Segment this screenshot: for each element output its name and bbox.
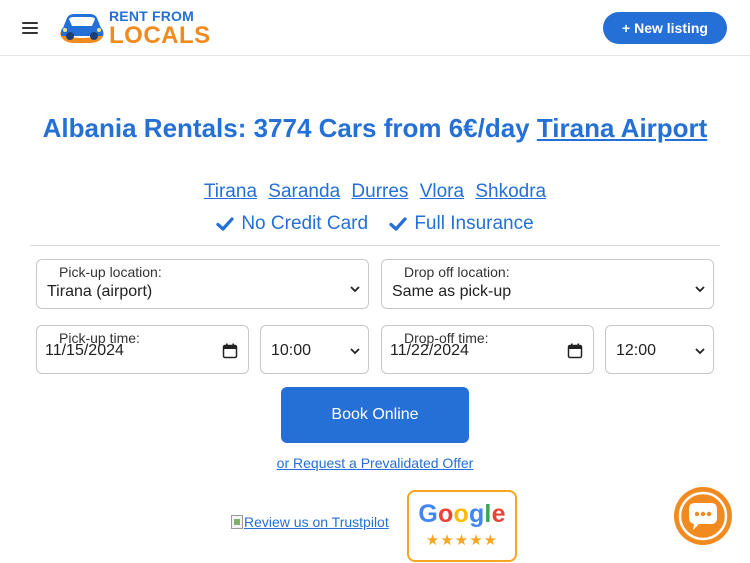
city-link-shkodra[interactable]: Shkodra xyxy=(475,181,546,202)
google-review-badge[interactable]: Google ★★★★★ xyxy=(407,490,517,562)
calendar-icon[interactable] xyxy=(222,343,238,359)
calendar-icon[interactable] xyxy=(567,343,583,359)
book-online-button[interactable]: Book Online xyxy=(281,387,469,443)
feature-list: No Credit Card Full Insurance xyxy=(0,213,750,239)
chevron-down-icon xyxy=(350,286,360,293)
trustpilot-review-link[interactable]: Review us on Trustpilot xyxy=(231,514,389,530)
chevron-down-icon xyxy=(350,348,360,355)
dropoff-time-select[interactable]: 12:00 xyxy=(605,325,714,374)
pickup-location-value: Tirana (airport) xyxy=(47,283,153,300)
chevron-down-icon xyxy=(695,348,705,355)
rating-stars: ★★★★★ xyxy=(425,532,499,549)
dropoff-location-select[interactable]: Drop off location: Same as pick-up xyxy=(381,259,714,309)
feature-label: Full Insurance xyxy=(414,213,534,234)
chat-button[interactable] xyxy=(674,487,732,545)
logo-text-top: RENT FROM xyxy=(109,8,195,24)
new-listing-button[interactable]: + New listing xyxy=(603,12,727,44)
pickup-location-select[interactable]: Pick-up location: Tirana (airport) xyxy=(36,259,369,309)
feature-full-insurance: Full Insurance xyxy=(389,213,534,235)
dropoff-location-value: Same as pick-up xyxy=(392,283,512,300)
pickup-date-input[interactable]: Pick-up time: 11/15/2024 xyxy=(36,325,249,374)
city-link-saranda[interactable]: Saranda xyxy=(268,181,340,202)
dropoff-date-value: 11/22/2024 xyxy=(390,342,469,359)
offer-link-row: or Request a Prevalidated Offer xyxy=(0,455,750,471)
car-logo-icon xyxy=(60,14,104,43)
pickup-location-label: Pick-up location: xyxy=(59,264,162,280)
google-logo: Google xyxy=(418,500,506,528)
chat-icon xyxy=(678,491,728,541)
logo-text-bottom: LOCALS xyxy=(109,22,211,49)
dropoff-time-value: 12:00 xyxy=(616,342,657,359)
tirana-airport-link[interactable]: Tirana Airport xyxy=(537,113,707,143)
page-title: Albania Rentals: 3774 Cars from 6€/day T… xyxy=(40,112,710,145)
broken-image-icon xyxy=(231,515,243,529)
city-link-vlora[interactable]: Vlora xyxy=(420,181,464,202)
site-header: RENT FROM LOCALS + New listing xyxy=(0,0,750,56)
check-icon xyxy=(389,217,407,231)
page-title-text: Albania Rentals: 3774 Cars from 6€/day xyxy=(42,113,537,143)
feature-label: No Credit Card xyxy=(241,213,369,234)
request-offer-link[interactable]: or Request a Prevalidated Offer xyxy=(277,455,474,471)
divider xyxy=(30,245,720,246)
city-link-durres[interactable]: Durres xyxy=(351,181,408,202)
trustpilot-alt-text: Review us on Trustpilot xyxy=(244,514,389,530)
city-links: Tirana Saranda Durres Vlora Shkodra xyxy=(0,181,750,203)
pickup-date-value: 11/15/2024 xyxy=(45,342,124,359)
chevron-down-icon xyxy=(695,286,705,293)
city-link-tirana[interactable]: Tirana xyxy=(204,181,257,202)
check-icon xyxy=(216,217,234,231)
pickup-time-select[interactable]: 10:00 xyxy=(260,325,369,374)
dropoff-location-label: Drop off location: xyxy=(404,264,510,280)
feature-no-credit-card: No Credit Card xyxy=(216,213,368,235)
menu-icon[interactable] xyxy=(20,19,42,37)
site-logo[interactable]: RENT FROM LOCALS xyxy=(57,8,210,48)
pickup-time-value: 10:00 xyxy=(271,342,312,359)
dropoff-date-input[interactable]: Drop-off time: 11/22/2024 xyxy=(381,325,594,374)
